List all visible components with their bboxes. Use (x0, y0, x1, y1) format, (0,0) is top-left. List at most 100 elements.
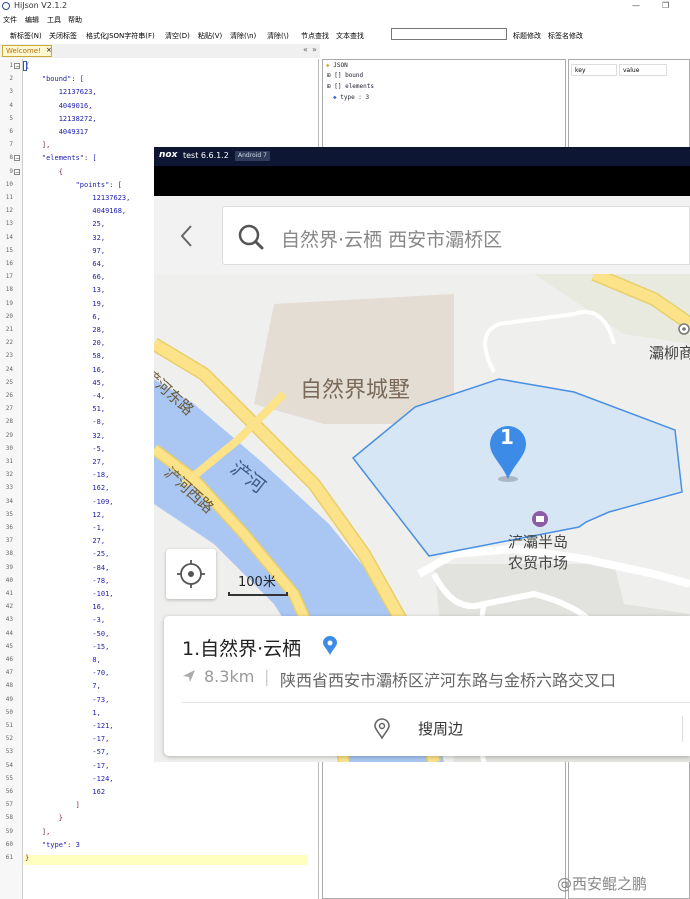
tab-scroll-right-icon[interactable]: » (312, 45, 317, 54)
android-version-badge: Android 7 (235, 151, 270, 161)
node-search-button[interactable]: 节点查找 (301, 31, 329, 41)
clear-newline-button[interactable]: 清除(\n) (230, 31, 256, 41)
line-number: 56 (5, 788, 13, 795)
fold-toggle-icon[interactable]: − (14, 63, 20, 70)
nox-instance-name: test 6.6.1.2 (183, 151, 229, 160)
line-number: 33 (5, 484, 13, 492)
code-line: 51, (25, 405, 106, 414)
line-number: 44 (5, 629, 13, 637)
line-number: 8 (9, 154, 13, 162)
line-number: 31 (5, 458, 13, 465)
line-number: 36 (5, 524, 13, 531)
line-number: 29 (5, 431, 13, 439)
format-json-button[interactable]: 格式化JSON字符串(F) (86, 31, 155, 41)
line-number: 57 (5, 801, 13, 809)
line-number: 26 (5, 392, 13, 399)
line-number: 25 (5, 378, 13, 386)
expand-icon[interactable]: ⊞ (327, 83, 331, 90)
line-number: 38 (5, 550, 13, 558)
locate-button[interactable] (166, 549, 216, 599)
minimize-button[interactable]: — (632, 1, 640, 10)
line-number: 19 (5, 299, 13, 307)
code-line: -84, (25, 563, 110, 572)
android-status-bar (154, 166, 690, 196)
code-line: ] (25, 801, 80, 810)
code-line: 12137623, (25, 88, 97, 97)
paste-button[interactable]: 粘贴(V) (198, 31, 222, 41)
code-line: 97, (25, 246, 106, 255)
code-line: 45, (25, 378, 106, 387)
card-button-divider (682, 716, 683, 742)
line-number: 59 (5, 827, 13, 835)
code-line: 32, (25, 431, 106, 440)
fold-toggle-icon[interactable]: − (14, 168, 20, 175)
code-line: 12, (25, 510, 106, 519)
line-number: 39 (5, 563, 13, 571)
tab-close-icon[interactable]: × (46, 46, 52, 54)
tree-root-json[interactable]: ◈ JSON (326, 62, 348, 69)
map-label-market-2: 农贸市场 (508, 554, 569, 572)
tree-node-bound[interactable]: ⊞ [] bound (327, 72, 363, 79)
code-line: 27, (25, 537, 106, 546)
value-column-header[interactable]: value (619, 64, 667, 76)
code-line: -17, (25, 761, 110, 770)
line-number: 20 (5, 312, 13, 320)
marker-number: 1 (500, 425, 514, 449)
line-number: 37 (5, 537, 13, 545)
title-edit-button[interactable]: 标题修改 (513, 31, 541, 41)
menu-tools[interactable]: 工具 (47, 15, 61, 25)
line-number: 51 (5, 722, 13, 729)
code-line: 27, (25, 458, 106, 466)
close-tab-button[interactable]: 关闭标签 (49, 31, 77, 41)
back-button[interactable] (176, 222, 200, 250)
line-number: 1 (9, 62, 13, 69)
nearby-pin-icon (372, 717, 392, 745)
line-number: 10 (5, 180, 13, 188)
tab-scroll-left-icon[interactable]: « (303, 45, 308, 54)
tree-node-elements[interactable]: ⊞ [] elements (327, 83, 374, 90)
code-line: -121, (25, 722, 114, 730)
line-number: 11 (5, 194, 13, 201)
tab-welcome[interactable]: Welcome! × (2, 45, 52, 57)
menu-edit[interactable]: 编辑 (25, 15, 39, 25)
window-title: HiJson V2.1.2 (14, 1, 68, 10)
key-column-header[interactable]: key (571, 64, 617, 76)
code-line: } (25, 854, 30, 862)
tab-name-edit-button[interactable]: 标签名修改 (548, 31, 583, 41)
clear-button[interactable]: 清空(D) (165, 31, 190, 41)
code-line: 162, (25, 484, 110, 493)
code-line: "bound": [ (25, 75, 85, 84)
line-number: 42 (5, 603, 13, 611)
maximize-button[interactable]: ❐ (662, 1, 669, 10)
line-number: 52 (5, 735, 13, 743)
line-number: 4 (9, 101, 13, 109)
tree-node-type[interactable]: ◆ type : 3 (333, 94, 369, 101)
line-number: 27 (5, 405, 13, 413)
search-icon (237, 223, 265, 255)
code-line: 8, (25, 656, 101, 664)
app-logo-icon (2, 2, 10, 10)
line-number: 28 (5, 418, 13, 426)
line-number: 32 (5, 471, 13, 479)
search-input[interactable] (391, 28, 507, 40)
card-divider (182, 702, 690, 703)
fold-toggle-icon[interactable]: − (14, 155, 20, 162)
expand-icon[interactable]: ⊞ (327, 72, 331, 79)
menu-file[interactable]: 文件 (3, 15, 17, 25)
line-number: 60 (5, 840, 13, 848)
map-label-market-1: 浐灞半岛 (508, 533, 569, 551)
line-number: 43 (5, 616, 13, 624)
search-nearby-button[interactable]: 搜周边 (418, 718, 463, 739)
map-label-edge-place: 灞柳商 (649, 344, 690, 362)
clear-backslash-button[interactable]: 清除(\) (267, 31, 289, 41)
code-line: -15, (25, 642, 110, 651)
menu-help[interactable]: 帮助 (68, 15, 82, 25)
code-line: 4049317 (25, 128, 89, 136)
new-tab-button[interactable]: 新标签(N) (10, 31, 42, 41)
code-line: 19, (25, 299, 106, 308)
text-search-button[interactable]: 文本查找 (336, 31, 364, 41)
code-line: 16, (25, 365, 106, 374)
root-icon: ◈ (326, 62, 330, 69)
code-line: 1, (25, 708, 101, 717)
line-number: 45 (5, 642, 13, 650)
